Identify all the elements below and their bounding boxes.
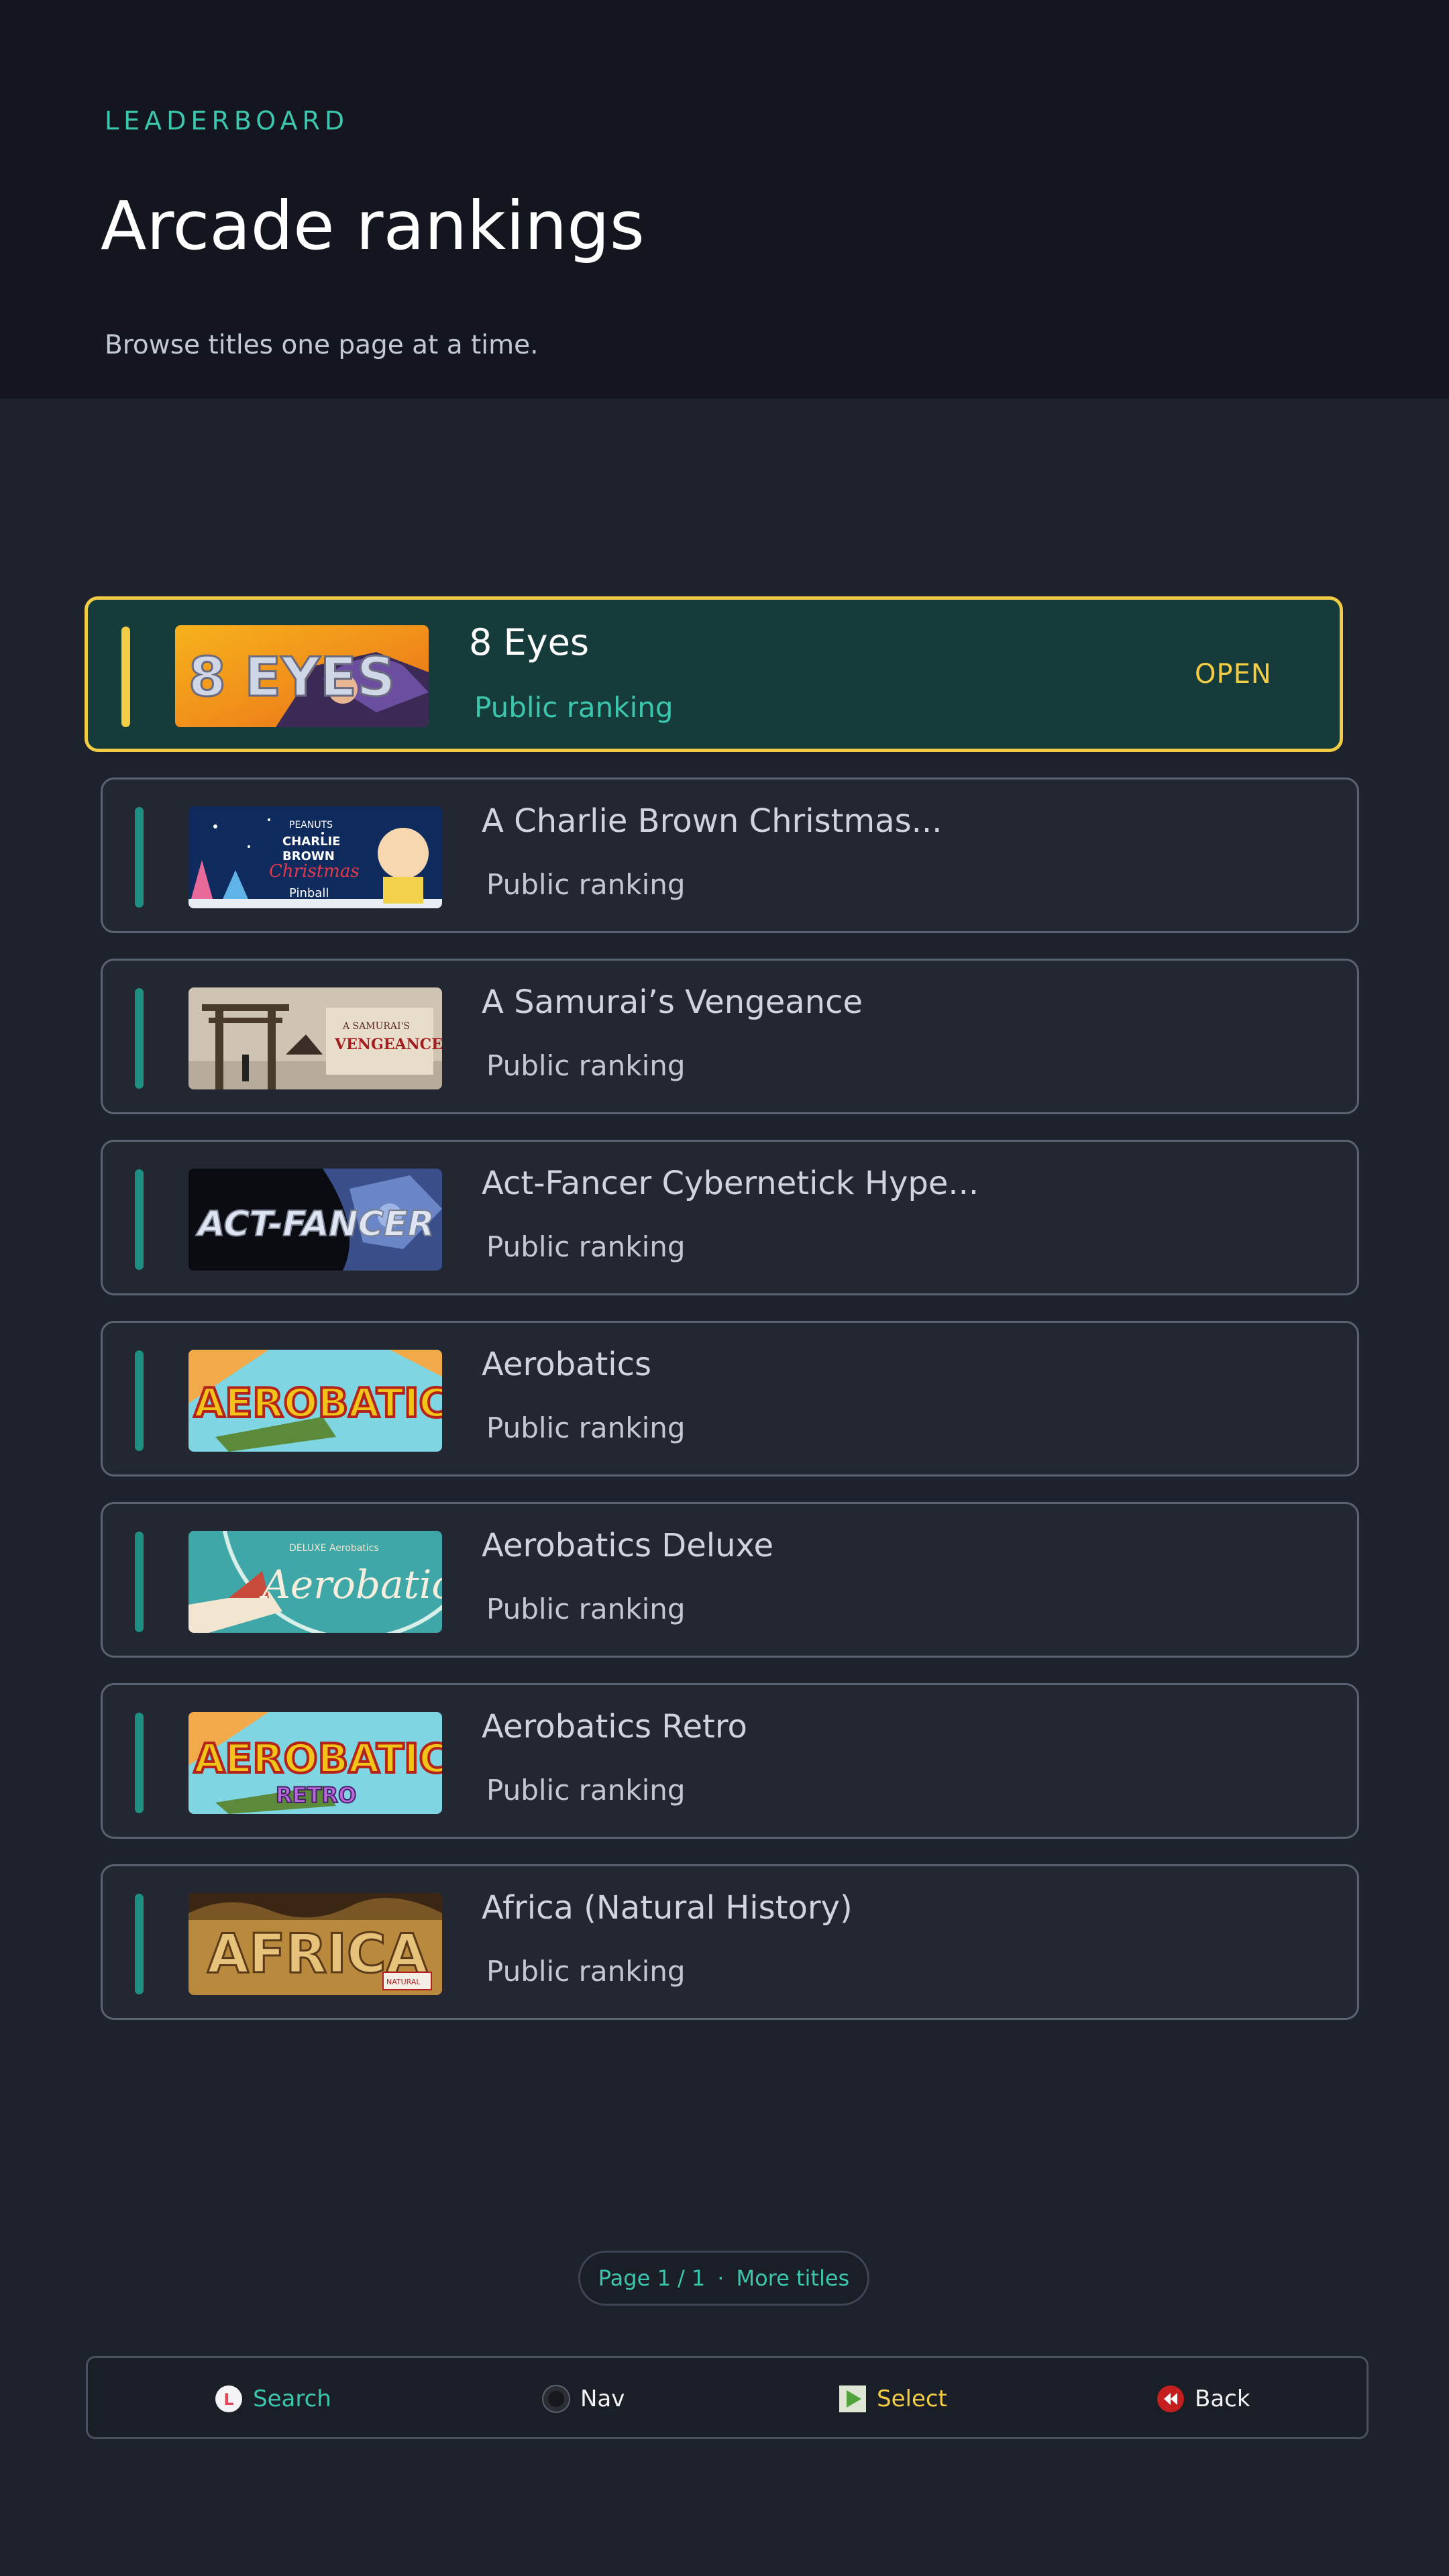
list-item-selected[interactable]: 8 EYES 8 Eyes Public ranking OPEN (85, 596, 1343, 752)
svg-text:RETRO: RETRO (276, 1782, 356, 1808)
hint-back-label: Back (1195, 2385, 1250, 2412)
svg-text:AEROBATICS: AEROBATICS (194, 1380, 442, 1427)
game-thumbnail: DELUXE Aerobatics Aerobatics (189, 1531, 442, 1633)
header: LEADERBOARD Arcade rankings Browse title… (0, 0, 1449, 398)
ranking-status: Public ranking (486, 868, 686, 901)
game-title: Aerobatics Deluxe (482, 1527, 773, 1564)
game-title: Aerobatics (482, 1346, 652, 1383)
page-indicator: Page 1 / 1 (598, 2265, 706, 2291)
ranking-status: Public ranking (486, 1411, 686, 1444)
ranking-status: Public ranking (486, 1955, 686, 1988)
list-item[interactable]: A SAMURAI'S VENGEANCE A Samurai’s Vengea… (101, 959, 1359, 1114)
ranking-status: Public ranking (486, 1593, 686, 1625)
row-indicator (135, 1532, 144, 1632)
svg-text:PEANUTS: PEANUTS (289, 820, 333, 830)
game-thumbnail: ACT-FANCER (189, 1169, 442, 1271)
ranking-status: Public ranking (474, 691, 674, 724)
play-icon (839, 2385, 866, 2412)
svg-text:L: L (223, 2390, 233, 2409)
list-item[interactable]: AFRICA NATURAL Africa (Natural History) … (101, 1864, 1359, 2020)
game-thumbnail: AEROBATICS (189, 1350, 442, 1452)
controller-hints: L Search Nav Select Back (86, 2356, 1368, 2439)
dpad-icon (542, 2385, 570, 2413)
more-titles-link[interactable]: More titles (736, 2265, 849, 2291)
game-thumbnail: 8 EYES (175, 625, 429, 727)
svg-text:Aerobatics: Aerobatics (259, 1562, 442, 1607)
game-thumbnail: AEROBATICS RETRO (189, 1712, 442, 1814)
row-indicator (135, 807, 144, 908)
game-thumbnail: A SAMURAI'S VENGEANCE (189, 987, 442, 1089)
hint-search[interactable]: L Search (214, 2382, 331, 2416)
svg-text:Christmas: Christmas (269, 861, 360, 881)
list-item[interactable]: DELUXE Aerobatics Aerobatics Aerobatics … (101, 1502, 1359, 1658)
eyebrow-label: LEADERBOARD (105, 106, 350, 136)
game-title: Africa (Natural History) (482, 1889, 853, 1927)
row-indicator (135, 1894, 144, 1994)
hint-back[interactable]: Back (1156, 2382, 1250, 2416)
hint-search-label: Search (253, 2385, 331, 2412)
row-indicator (135, 1713, 144, 1813)
game-title: A Samurai’s Vengeance (482, 983, 863, 1021)
svg-text:Pinball: Pinball (289, 886, 329, 900)
page-title: Arcade rankings (101, 186, 645, 265)
rewind-icon (1157, 2385, 1184, 2412)
svg-text:NATURAL: NATURAL (386, 1978, 421, 1986)
pagination[interactable]: Page 1 / 1 · More titles (578, 2251, 869, 2306)
hint-select-label: Select (877, 2385, 947, 2412)
page-subtitle: Browse titles one page at a time. (105, 330, 539, 360)
svg-text:AEROBATICS: AEROBATICS (194, 1735, 442, 1782)
hint-nav[interactable]: Nav (541, 2382, 625, 2416)
svg-text:A SAMURAI'S: A SAMURAI'S (342, 1021, 410, 1032)
hint-nav-label: Nav (580, 2385, 625, 2412)
hint-select[interactable]: Select (838, 2382, 947, 2416)
game-title: Aerobatics Retro (482, 1708, 747, 1746)
l-button-icon: L (215, 2385, 242, 2412)
svg-text:ACT-FANCER: ACT-FANCER (195, 1204, 435, 1244)
svg-text:CHARLIE: CHARLIE (282, 835, 341, 849)
game-title: Act-Fancer Cybernetick Hype... (482, 1165, 979, 1202)
list-item[interactable]: AEROBATICS RETRO Aerobatics Retro Public… (101, 1683, 1359, 1839)
svg-text:VENGEANCE: VENGEANCE (334, 1036, 442, 1053)
list-item[interactable]: ACT-FANCER Act-Fancer Cybernetick Hype..… (101, 1140, 1359, 1295)
ranking-status: Public ranking (486, 1049, 686, 1082)
list-item[interactable]: PEANUTS CHARLIE BROWN Christmas Pinball … (101, 777, 1359, 933)
row-indicator (135, 1350, 144, 1451)
list-item[interactable]: AEROBATICS Aerobatics Public ranking (101, 1321, 1359, 1477)
selection-indicator (121, 627, 130, 727)
svg-text:8 EYES: 8 EYES (189, 646, 395, 708)
game-thumbnail: AFRICA NATURAL (189, 1893, 442, 1995)
separator-dot: · (717, 2265, 724, 2291)
open-action[interactable]: OPEN (1195, 659, 1272, 690)
row-indicator (135, 988, 144, 1089)
ranking-status: Public ranking (486, 1230, 686, 1263)
svg-text:DELUXE Aerobatics: DELUXE Aerobatics (289, 1543, 379, 1554)
game-thumbnail: PEANUTS CHARLIE BROWN Christmas Pinball (189, 806, 442, 908)
game-title: A Charlie Brown Christmas... (482, 802, 943, 840)
ranking-status: Public ranking (486, 1774, 686, 1807)
row-indicator (135, 1169, 144, 1270)
game-title: 8 Eyes (469, 621, 589, 663)
